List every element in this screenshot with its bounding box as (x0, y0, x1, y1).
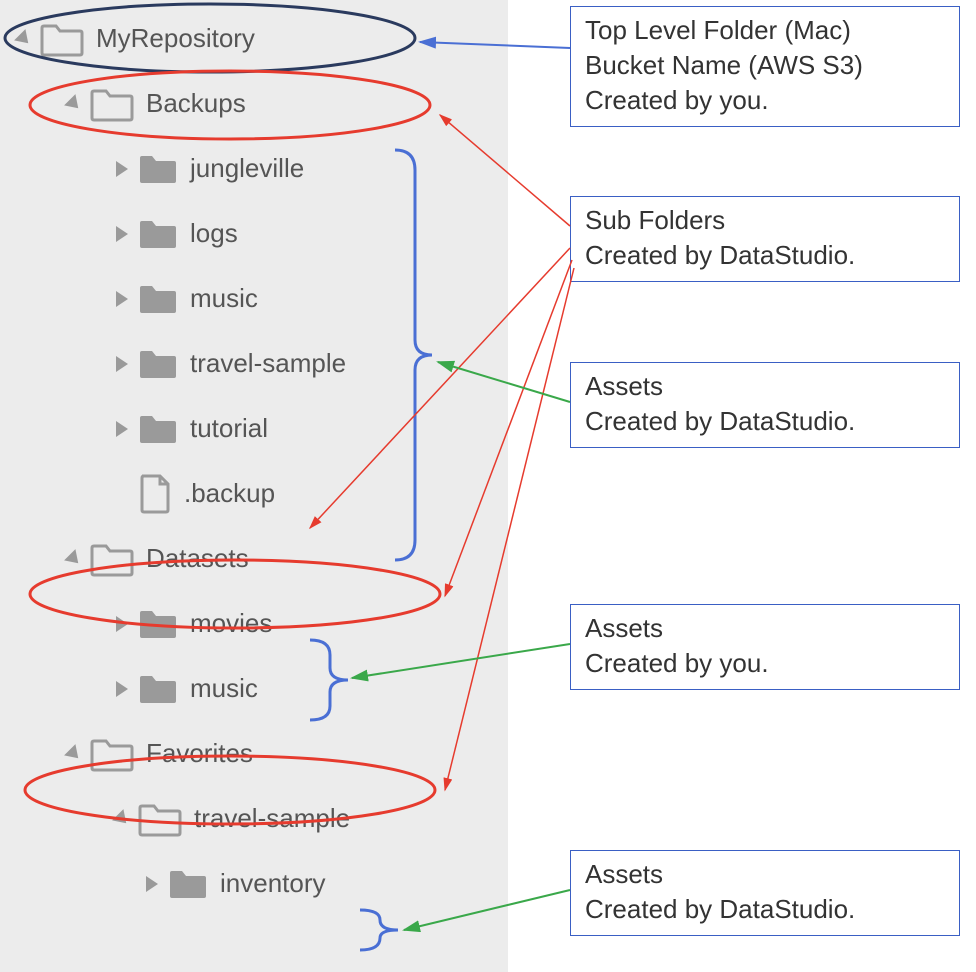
folder-label: Favorites (146, 738, 253, 769)
tree-row[interactable]: .backup (0, 461, 508, 526)
folder-label: tutorial (190, 413, 268, 444)
disclosure-icon[interactable] (116, 616, 128, 632)
folder-label: travel-sample (194, 803, 350, 834)
tree-row[interactable]: jungleville (0, 136, 508, 201)
callout-line: Assets (585, 857, 945, 892)
folder-label: MyRepository (96, 23, 255, 54)
diagram-stage: MyRepository Backups jungleville logs mu… (0, 0, 976, 972)
tree-row[interactable]: inventory (0, 851, 508, 916)
tree-row[interactable]: logs (0, 201, 508, 266)
tree-row[interactable]: travel-sample (0, 331, 508, 396)
disclosure-icon[interactable] (146, 876, 158, 892)
file-label: .backup (184, 478, 275, 509)
folder-tree: MyRepository Backups jungleville logs mu… (0, 0, 508, 972)
folder-icon (138, 413, 178, 445)
disclosure-icon[interactable] (116, 226, 128, 242)
tree-row[interactable]: music (0, 656, 508, 721)
folder-label: music (190, 283, 258, 314)
folder-open-icon (138, 801, 182, 837)
folder-label: jungleville (190, 153, 304, 184)
folder-label: logs (190, 218, 238, 249)
callout-line: Created by you. (585, 83, 945, 118)
file-icon (138, 474, 172, 514)
folder-icon (138, 218, 178, 250)
folder-open-icon (90, 736, 134, 772)
folder-label: Backups (146, 88, 246, 119)
folder-label: inventory (220, 868, 326, 899)
callout-top: Top Level Folder (Mac) Bucket Name (AWS … (570, 6, 960, 127)
folder-open-icon (40, 21, 84, 57)
callout-assets-3: Assets Created by DataStudio. (570, 850, 960, 936)
callout-line: Created by you. (585, 646, 945, 681)
tree-row-backups[interactable]: Backups (0, 71, 508, 136)
folder-label: movies (190, 608, 272, 639)
disclosure-icon[interactable] (116, 421, 128, 437)
folder-icon (138, 348, 178, 380)
disclosure-icon[interactable] (64, 94, 84, 114)
callout-assets-2: Assets Created by you. (570, 604, 960, 690)
folder-label: Datasets (146, 543, 249, 574)
disclosure-icon[interactable] (116, 681, 128, 697)
callout-line: Top Level Folder (Mac) (585, 13, 945, 48)
tree-row[interactable]: travel-sample (0, 786, 508, 851)
tree-row-root[interactable]: MyRepository (0, 6, 508, 71)
folder-icon (138, 608, 178, 640)
tree-row-favorites[interactable]: Favorites (0, 721, 508, 786)
disclosure-icon[interactable] (112, 809, 132, 829)
callout-line: Created by DataStudio. (585, 404, 945, 439)
tree-row[interactable]: music (0, 266, 508, 331)
disclosure-icon[interactable] (116, 291, 128, 307)
folder-icon (138, 673, 178, 705)
folder-label: music (190, 673, 258, 704)
disclosure-icon[interactable] (116, 161, 128, 177)
callout-line: Assets (585, 369, 945, 404)
folder-open-icon (90, 86, 134, 122)
callout-line: Created by DataStudio. (585, 892, 945, 927)
folder-label: travel-sample (190, 348, 346, 379)
callout-subfolders: Sub Folders Created by DataStudio. (570, 196, 960, 282)
folder-icon (138, 153, 178, 185)
tree-row[interactable]: tutorial (0, 396, 508, 461)
callout-line: Bucket Name (AWS S3) (585, 48, 945, 83)
folder-icon (138, 283, 178, 315)
disclosure-icon[interactable] (64, 744, 84, 764)
folder-icon (168, 868, 208, 900)
callout-line: Assets (585, 611, 945, 646)
callout-line: Created by DataStudio. (585, 238, 945, 273)
callout-line: Sub Folders (585, 203, 945, 238)
folder-open-icon (90, 541, 134, 577)
disclosure-icon[interactable] (116, 356, 128, 372)
callout-assets-1: Assets Created by DataStudio. (570, 362, 960, 448)
tree-row[interactable]: movies (0, 591, 508, 656)
tree-row-datasets[interactable]: Datasets (0, 526, 508, 591)
spacer (116, 486, 128, 502)
disclosure-icon[interactable] (14, 29, 34, 49)
disclosure-icon[interactable] (64, 549, 84, 569)
